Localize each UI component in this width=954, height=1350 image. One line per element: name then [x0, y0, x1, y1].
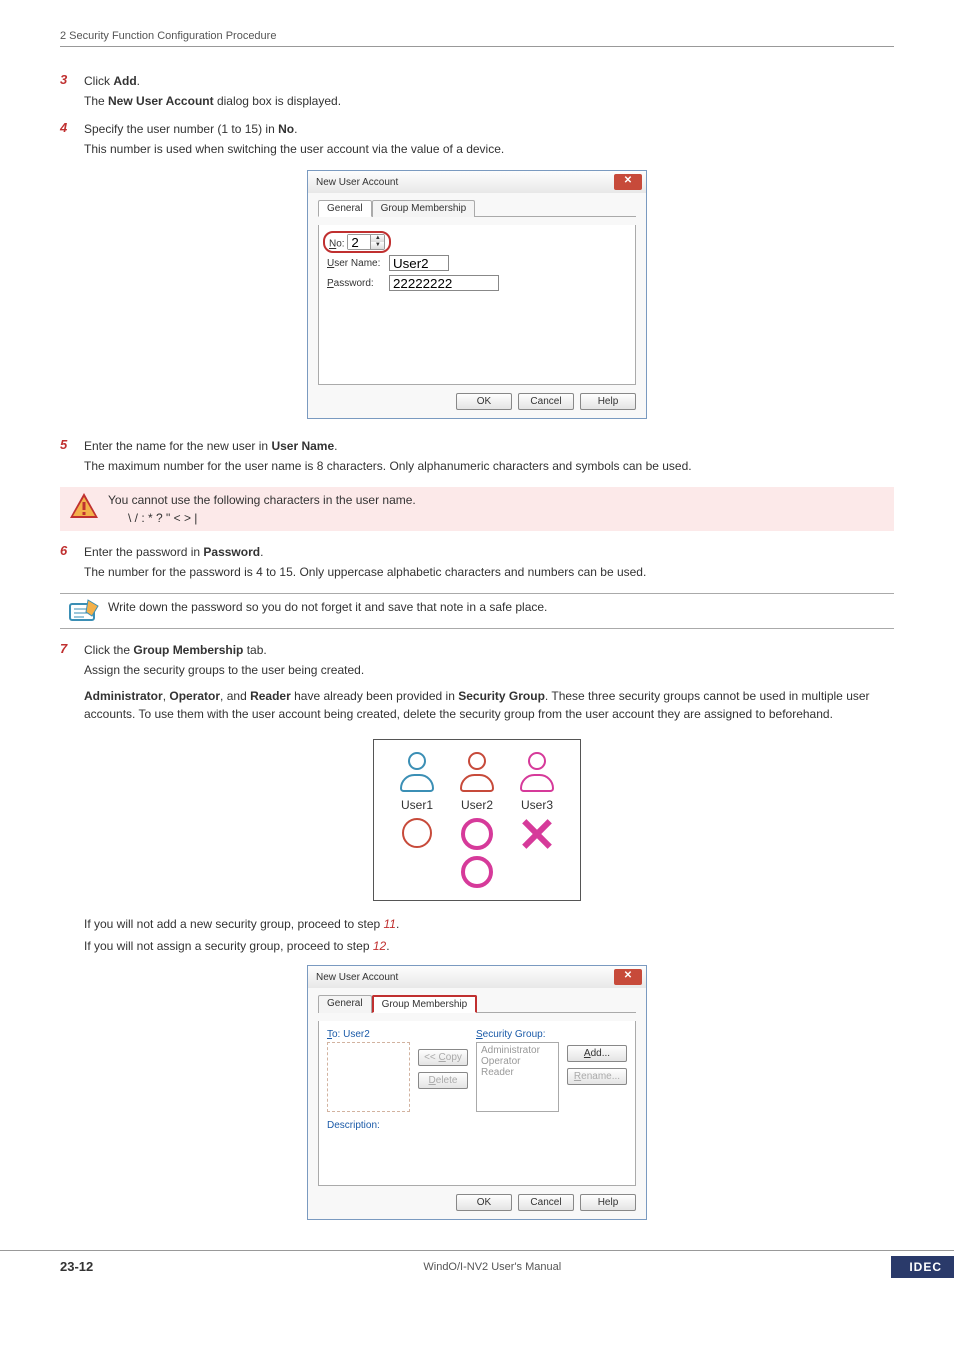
description-label: Description:: [327, 1120, 627, 1131]
step-4: 4 Specify the user number (1 to 15) in N…: [60, 120, 894, 160]
new-user-dialog-gm: New User Account ✕ General Group Members…: [307, 965, 647, 1220]
cancel-button-2[interactable]: Cancel: [518, 1194, 574, 1211]
brand-logo: IDEC: [891, 1256, 954, 1278]
mark-ng-icon: [521, 818, 553, 850]
step-num-5: 5: [60, 437, 84, 477]
s4-desc: This number is used when switching the u…: [84, 140, 894, 158]
sg-label: Security Group:: [476, 1029, 559, 1040]
users-figure: User1 User2 User3: [60, 739, 894, 901]
sg-item-operator[interactable]: Operator: [481, 1056, 554, 1067]
step-num-7: 7: [60, 641, 84, 725]
no-spinner[interactable]: ▲▼: [347, 234, 385, 250]
no-input[interactable]: [348, 235, 370, 249]
sg-item-reader[interactable]: Reader: [481, 1067, 554, 1078]
user1-icon: [396, 752, 438, 792]
note-callout: Write down the password so you do not fo…: [60, 593, 894, 629]
step-link-11[interactable]: 11: [384, 917, 396, 931]
warning-callout: You cannot use the following characters …: [60, 487, 894, 531]
step-5: 5 Enter the name for the new user in Use…: [60, 437, 894, 477]
user1-label: User1: [401, 798, 433, 812]
help-button-2[interactable]: Help: [580, 1194, 636, 1211]
step-7: 7 Click the Group Membership tab. Assign…: [60, 641, 894, 725]
step-link-12[interactable]: 12: [373, 939, 386, 953]
sg1-icon: [402, 818, 432, 848]
user2-label: User2: [461, 798, 493, 812]
password-label: Password:: [327, 278, 389, 289]
warning-icon: [68, 491, 100, 521]
mark-ok-icon: [461, 818, 493, 850]
s3-add: Add: [113, 74, 136, 88]
s3-t1: Click: [84, 74, 113, 88]
close-icon[interactable]: ✕: [614, 174, 642, 190]
tab-general[interactable]: General: [318, 200, 372, 217]
delete-button[interactable]: Delete: [418, 1072, 468, 1089]
s3-dlgname: New User Account: [108, 94, 214, 108]
manual-title: WindO/I-NV2 User's Manual: [423, 1261, 561, 1273]
warn-line2: \ / : * ? " < > |: [108, 509, 894, 527]
to-listbox[interactable]: [327, 1042, 410, 1112]
cancel-button[interactable]: Cancel: [518, 393, 574, 410]
sg-listbox[interactable]: Administrator Operator Reader: [476, 1042, 559, 1112]
tab-general-2[interactable]: General: [318, 995, 372, 1013]
spin-down-icon[interactable]: ▼: [370, 242, 384, 249]
step-num-6: 6: [60, 543, 84, 583]
rename-button[interactable]: Rename...: [567, 1068, 627, 1085]
page-number: 23-12: [0, 1259, 93, 1274]
tab-group-membership-2[interactable]: Group Membership: [372, 995, 478, 1013]
step-6: 6 Enter the password in Password. The nu…: [60, 543, 894, 583]
username-input[interactable]: [389, 255, 449, 271]
help-button[interactable]: Help: [580, 393, 636, 410]
close-icon[interactable]: ✕: [614, 969, 642, 985]
step-num-3: 3: [60, 72, 84, 112]
ok-button[interactable]: OK: [456, 393, 512, 410]
copy-button[interactable]: << Copy: [418, 1049, 468, 1066]
user3-icon: [516, 752, 558, 792]
mark-ok-icon-2: [461, 856, 493, 888]
username-label: User Name:: [327, 258, 389, 269]
note-line1: Write down the password so you do not fo…: [108, 598, 894, 616]
no-label: No:: [329, 239, 345, 250]
header-breadcrumb: 2 Security Function Configuration Proced…: [60, 30, 894, 47]
note-icon: [68, 598, 100, 624]
dialog2-title: New User Account: [316, 972, 398, 983]
warn-line1: You cannot use the following characters …: [108, 491, 894, 509]
to-label: To: User2: [327, 1029, 410, 1040]
user3-label: User3: [521, 798, 553, 812]
spin-up-icon[interactable]: ▲: [370, 235, 384, 242]
new-user-dialog-general: New User Account ✕ General Group Members…: [307, 170, 647, 419]
sg-item-admin[interactable]: Administrator: [481, 1045, 554, 1056]
s4-no: No: [278, 122, 294, 136]
step-num-4: 4: [60, 120, 84, 160]
ok-button-2[interactable]: OK: [456, 1194, 512, 1211]
tab-group-membership[interactable]: Group Membership: [372, 200, 476, 217]
dialog1-title: New User Account: [316, 177, 398, 188]
step-3: 3 Click Add. The New User Account dialog…: [60, 72, 894, 112]
user2-icon: [456, 752, 498, 792]
add-button[interactable]: Add...: [567, 1045, 627, 1062]
password-input[interactable]: [389, 275, 499, 291]
